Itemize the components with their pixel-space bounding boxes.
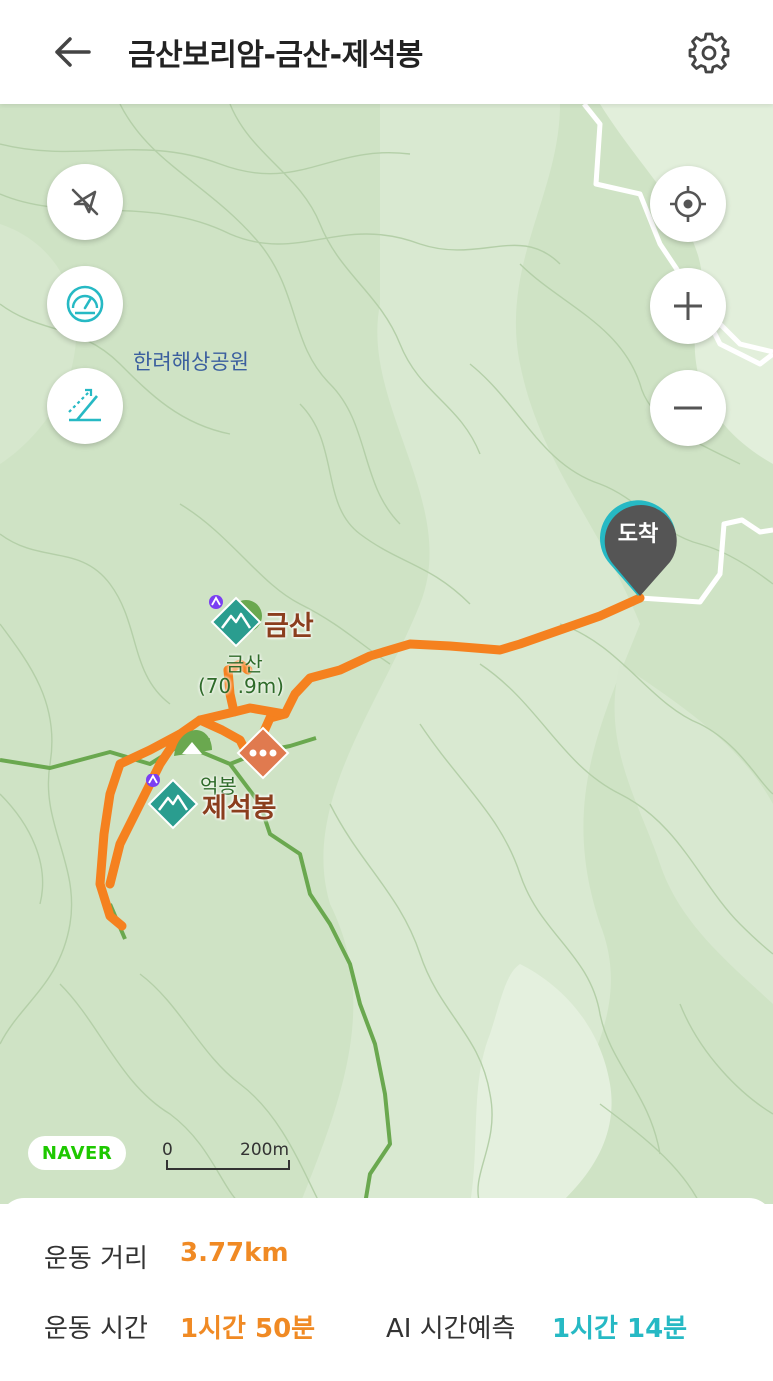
zoom-out-button[interactable] xyxy=(650,370,726,446)
mountain-marker-icon xyxy=(146,773,199,830)
page-title: 금산보리암-금산-제석봉 xyxy=(128,38,423,73)
elevation-slope-icon xyxy=(68,388,101,422)
hiking-track-screen: 금산보리암-금산-제석봉 한려해상공원 금산 금산 (70 .9m) 억봉 제석… xyxy=(0,0,773,1381)
waypoint-marker[interactable] xyxy=(236,726,290,780)
elevation-button[interactable] xyxy=(47,368,123,444)
peak-elevation: (70 .9m) xyxy=(198,674,284,698)
crosshair-icon xyxy=(670,186,706,222)
arrow-left-icon xyxy=(55,37,91,67)
scale-line xyxy=(166,1160,290,1170)
time-value: 1시간 50분 xyxy=(180,1314,316,1344)
plus-icon xyxy=(674,292,702,320)
peak-label-geumsan: 금산 xyxy=(264,611,314,642)
naver-logo: NAVER xyxy=(28,1136,126,1170)
gear-icon xyxy=(688,32,730,74)
compass-off-icon xyxy=(71,188,99,216)
peak-label-jeseokbong: 제석봉 xyxy=(202,793,277,824)
more-dots-icon xyxy=(236,726,290,780)
scale-zero-label: 0 xyxy=(162,1140,173,1160)
speed-button[interactable] xyxy=(47,266,123,342)
park-label: 한려해상공원 xyxy=(133,350,249,374)
peak-marker-jeseokbong[interactable] xyxy=(145,773,205,834)
time-label: 운동 시간 xyxy=(44,1314,148,1344)
distance-label: 운동 거리 xyxy=(44,1244,148,1274)
locate-me-button[interactable] xyxy=(650,166,726,242)
map-pin-icon xyxy=(600,500,677,596)
zoom-in-button[interactable] xyxy=(650,268,726,344)
arrival-label: 도착 xyxy=(617,522,659,547)
back-button[interactable] xyxy=(44,28,100,76)
map-view[interactable]: 한려해상공원 금산 금산 (70 .9m) 억봉 제석봉 도착 NAVER 0 … xyxy=(0,104,773,1204)
viewpoint-icon xyxy=(174,730,212,756)
map-scale-bar: 0 200m xyxy=(162,1140,292,1170)
distance-value: 3.77km xyxy=(180,1238,289,1268)
peak-marker-geumsan[interactable] xyxy=(206,594,266,654)
speedometer-icon xyxy=(66,285,104,323)
map-canvas xyxy=(0,104,773,1204)
ai-estimate-label: AI 시간예측 xyxy=(386,1314,516,1344)
ai-estimate-value: 1시간 14분 xyxy=(552,1314,688,1344)
top-app-bar: 금산보리암-금산-제석봉 xyxy=(0,0,773,104)
minus-icon xyxy=(674,406,702,410)
workout-stats-panel: 운동 거리 3.77km 운동 시간 1시간 50분 AI 시간예측 1시간 1… xyxy=(0,1198,773,1381)
mountain-marker-icon xyxy=(209,595,262,648)
settings-button[interactable] xyxy=(682,26,736,80)
tracking-toggle-button[interactable] xyxy=(47,164,123,240)
scale-distance-label: 200m xyxy=(240,1140,290,1160)
arrival-marker[interactable]: 도착 xyxy=(598,494,678,604)
peak-sublabel-geumsan: 금산 xyxy=(226,652,263,676)
